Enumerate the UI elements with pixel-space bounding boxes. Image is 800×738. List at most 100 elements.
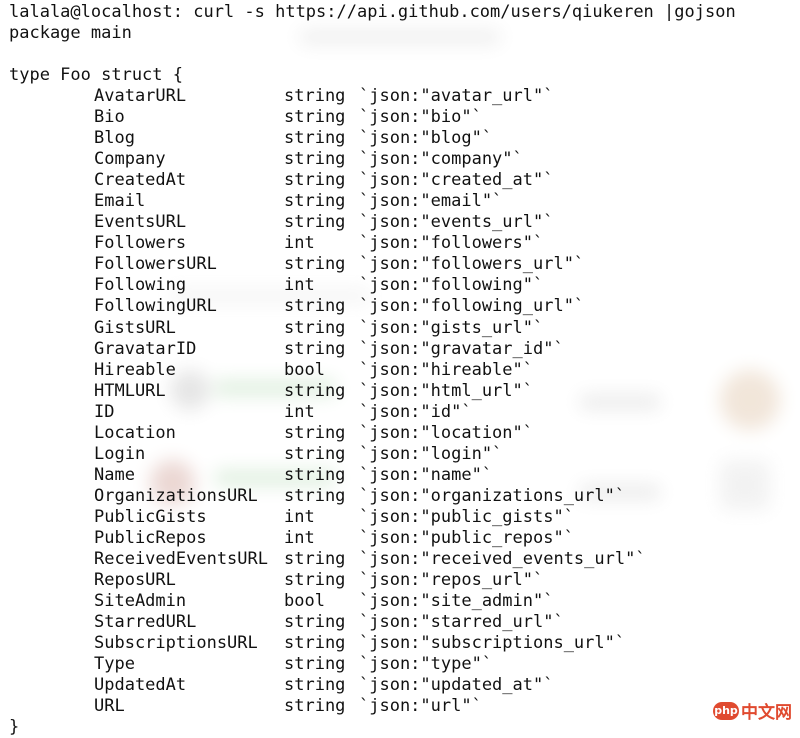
field-type: string	[284, 549, 346, 570]
field-name: StarredURL	[94, 612, 197, 633]
php-logo-icon: php	[713, 701, 739, 720]
field-json-tag: `json:"gravatar_id"`	[359, 338, 564, 359]
field-type: bool	[284, 359, 325, 380]
field-type: string	[284, 570, 346, 591]
struct-field-row: FollowingURL string `json:"following_url"`	[0, 296, 800, 317]
field-type: string	[284, 149, 346, 170]
field-name: SiteAdmin	[94, 591, 187, 612]
field-name: Company	[94, 149, 166, 170]
field-name: Bio	[94, 107, 125, 128]
field-name: SubscriptionsURL	[94, 633, 258, 654]
field-json-tag: `json:"subscriptions_url"`	[359, 633, 626, 654]
field-name: Type	[94, 654, 135, 675]
field-json-tag: `json:"events_url"`	[359, 212, 554, 233]
package-declaration: package main	[9, 23, 132, 43]
field-name: PublicRepos	[94, 527, 207, 548]
field-json-tag: `json:"followers"`	[359, 233, 544, 254]
field-type: string	[284, 464, 346, 485]
field-type: string	[284, 485, 346, 506]
struct-field-row: PublicGists int `json:"public_gists"`	[0, 507, 800, 528]
field-json-tag: `json:"followers_url"`	[359, 254, 585, 275]
struct-field-row: Blog string `json:"blog"`	[0, 128, 800, 149]
struct-field-row: Followers int `json:"followers"`	[0, 233, 800, 254]
field-json-tag: `json:"created_at"`	[359, 170, 554, 191]
field-type: int	[284, 527, 315, 548]
field-json-tag: `json:"blog"`	[359, 128, 493, 149]
struct-field-row: Email string `json:"email"`	[0, 191, 800, 212]
struct-field-row: SubscriptionsURL string `json:"subscriptio…	[0, 633, 800, 654]
struct-field-row: UpdatedAt string `json:"updated_at"`	[0, 675, 800, 696]
field-type: string	[284, 254, 346, 275]
field-type: string	[284, 675, 346, 696]
struct-field-row: AvatarURL string `json:"avatar_url"`	[0, 86, 800, 107]
field-json-tag: `json:"company"`	[359, 149, 523, 170]
field-type: string	[284, 422, 346, 443]
field-type: string	[284, 633, 346, 654]
field-type: string	[284, 612, 346, 633]
field-name: ID	[94, 401, 115, 422]
field-type: string	[284, 338, 346, 359]
watermark-text: 中文网	[741, 703, 792, 723]
field-name: ReceivedEventsURL	[94, 549, 268, 570]
struct-fields: AvatarURL string `json:"avatar_url"` Bio str…	[0, 86, 800, 717]
field-json-tag: `json:"received_events_url"`	[359, 549, 646, 570]
field-json-tag: `json:"login"`	[359, 443, 503, 464]
field-type: string	[284, 86, 346, 106]
field-json-tag: `json:"gists_url"`	[359, 317, 544, 338]
field-json-tag: `json:"organizations_url"`	[359, 485, 626, 506]
struct-field-row: HTMLURL string `json:"html_url"`	[0, 381, 800, 402]
field-name: GravatarID	[94, 338, 197, 359]
field-name: GistsURL	[94, 317, 176, 338]
struct-field-row: GistsURL string `json:"gists_url"`	[0, 318, 800, 339]
field-type: string	[284, 317, 346, 338]
field-json-tag: `json:"following_url"`	[359, 296, 585, 317]
field-json-tag: `json:"avatar_url"`	[359, 86, 554, 106]
field-json-tag: `json:"hireable"`	[359, 359, 533, 380]
field-name: FollowingURL	[94, 296, 217, 317]
field-type: string	[284, 212, 346, 233]
field-name: URL	[94, 696, 125, 717]
field-json-tag: `json:"type"`	[359, 654, 493, 675]
field-type: string	[284, 170, 346, 191]
field-name: HTMLURL	[94, 380, 166, 401]
struct-field-row: Bio string `json:"bio"`	[0, 107, 800, 128]
struct-field-row: OrganizationsURL string `json:"organizatio…	[0, 486, 800, 507]
field-type: string	[284, 443, 346, 464]
field-name: Email	[94, 191, 146, 212]
field-name: Followers	[94, 233, 187, 254]
field-type: int	[284, 506, 315, 527]
field-name: UpdatedAt	[94, 675, 187, 696]
field-json-tag: `json:"bio"`	[359, 107, 482, 128]
command-line: lalala@localhost: curl -s https://api.gi…	[9, 2, 736, 22]
field-name: Blog	[94, 128, 135, 149]
field-name: PublicGists	[94, 506, 207, 527]
field-json-tag: `json:"updated_at"`	[359, 675, 554, 696]
struct-field-row: StarredURL string `json:"starred_url"`	[0, 612, 800, 633]
struct-field-row: EventsURL string `json:"events_url"`	[0, 212, 800, 233]
field-name: CreatedAt	[94, 170, 187, 191]
terminal-window[interactable]: lalala@localhost: curl -s https://api.gi…	[0, 0, 800, 737]
field-name: Following	[94, 275, 187, 296]
struct-field-row: Hireable bool `json:"hireable"`	[0, 360, 800, 381]
struct-field-row: CreatedAt string `json:"created_at"`	[0, 170, 800, 191]
struct-field-row: ReposURL string `json:"repos_url"`	[0, 570, 800, 591]
struct-field-row: GravatarID string `json:"gravatar_id"`	[0, 339, 800, 360]
field-type: bool	[284, 591, 325, 612]
field-type: int	[284, 401, 315, 422]
struct-field-row: Login string `json:"login"`	[0, 444, 800, 465]
field-name: EventsURL	[94, 212, 187, 233]
field-type: string	[284, 128, 346, 149]
struct-field-row: Type string `json:"type"`	[0, 654, 800, 675]
field-json-tag: `json:"public_gists"`	[359, 506, 574, 527]
field-type: string	[284, 654, 346, 675]
struct-field-row: Company string `json:"company"`	[0, 149, 800, 170]
field-json-tag: `json:"email"`	[359, 191, 503, 212]
struct-field-row: Location string `json:"location"`	[0, 423, 800, 444]
field-type: int	[284, 275, 315, 296]
field-json-tag: `json:"starred_url"`	[359, 612, 564, 633]
php-cn-watermark: php 中文网	[713, 698, 792, 723]
field-name: Login	[94, 443, 146, 464]
field-name: FollowersURL	[94, 254, 217, 275]
field-name: Location	[94, 422, 176, 443]
struct-field-row: URL string `json:"url"`	[0, 696, 800, 717]
